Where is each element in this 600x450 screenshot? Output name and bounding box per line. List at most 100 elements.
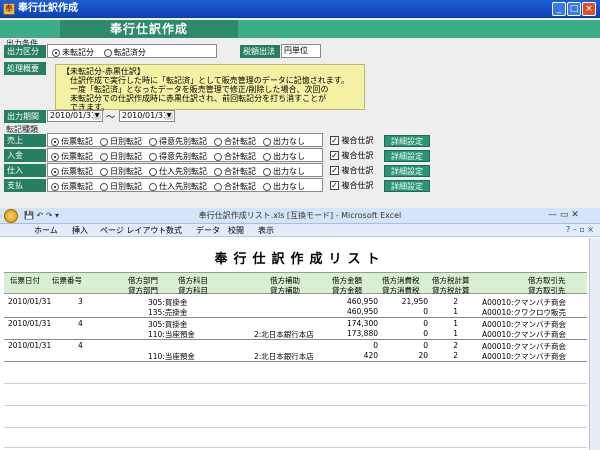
row-options-purchase: 伝票転記 日別転記 仕入先別転記 合計転記 出力なし [47,163,323,177]
cell-debit-amount[interactable]: 460,950 [347,297,378,306]
cell-debit-tax[interactable]: 0 [423,319,428,328]
output-kbn-group: 未転記分 転記済分 [47,44,217,58]
detail-button-purchase[interactable]: 詳細設定 [384,165,430,177]
cell-debit-tax[interactable]: 21,950 [402,297,428,306]
radio-purchase-slip[interactable]: 伝票転記 [51,166,93,177]
minimize-button[interactable]: _ [552,2,566,16]
help-icon[interactable]: ? – ▫ × [566,225,594,234]
summary-memo: 【未転記分-赤黒仕訳】 仕訳作成で実行した時に「転記済」として販売管理のデータに… [55,64,365,112]
radio-payment-total[interactable]: 合計転記 [214,181,256,192]
grid-line [4,405,587,406]
vertical-scrollbar[interactable] [589,238,600,450]
cell-credit-taxcalc[interactable]: 2 [453,351,458,360]
tab-page-layout[interactable]: ページ レイアウト [100,224,166,237]
radio-receipt-total[interactable]: 合計転記 [214,151,256,162]
radio-purchase-daily[interactable]: 日別転記 [100,166,142,177]
radio-receipt-slip[interactable]: 伝票転記 [51,151,93,162]
tax-method-label: 税額出法 [240,45,280,58]
compound-checkbox-sales[interactable]: ✓ 複合仕訳 [330,135,374,146]
cell-debit-taxcalc[interactable]: 1 [453,319,458,328]
tab-view[interactable]: 表示 [258,224,274,237]
cell-date[interactable]: 2010/01/31 [8,341,51,350]
cell-debit-taxcalc[interactable]: 2 [453,297,458,306]
tab-formulas[interactable]: 数式 [166,224,182,237]
radio-payment-none[interactable]: 出力なし [263,181,305,192]
header-credit-account: 貸方科目 [178,286,208,295]
header-credit-tax: 貸方消費税 [382,286,420,295]
radio-payment-supplier[interactable]: 仕入先別転記 [149,181,207,192]
row-options-sales: 伝票転記 日別転記 得意先別転記 合計転記 出力なし [47,133,323,147]
cell-credit-amount[interactable]: 173,880 [347,329,378,338]
cell-credit-tax[interactable]: 0 [423,329,428,338]
period-to-field[interactable]: 2010/01/31 ▼ [119,110,175,122]
row-separator [4,317,587,318]
cell-debit-amount[interactable]: 0 [373,341,378,350]
tab-home[interactable]: ホーム [34,224,58,237]
ribbon-tabs [0,224,600,237]
chevron-down-icon[interactable]: ▼ [93,112,101,120]
period-label: 出力期間 [4,110,46,123]
excel-title: 奉行仕訳作成リスト.xls [互換モード] - Microsoft Excel [198,211,402,220]
detail-button-sales[interactable]: 詳細設定 [384,135,430,147]
cell-debit-amount[interactable]: 174,300 [347,319,378,328]
cell-credit-tax[interactable]: 20 [418,351,428,360]
period-from-field[interactable]: 2010/01/31 ▼ [47,110,103,122]
excel-window-controls[interactable]: — ▭ ✕ [548,210,579,220]
output-kbn-label: 出力区分 [4,45,46,58]
row-label-receipt: 入金 [4,149,46,162]
header-credit-dept: 貸方部門 [128,286,158,295]
radio-sales-daily[interactable]: 日別転記 [100,136,142,147]
cell-credit-amount[interactable]: 420 [364,351,378,360]
output-kbn-radio-posted[interactable]: 転記済分 [103,47,146,58]
radio-sales-none[interactable]: 出力なし [263,136,305,147]
compound-checkbox-receipt[interactable]: ✓ 複合仕訳 [330,150,374,161]
tab-insert[interactable]: 挿入 [72,224,88,237]
cell-slip-no[interactable]: 3 [78,297,83,306]
header-credit-amount: 貸方金額 [332,286,362,295]
cell-date[interactable]: 2010/01/31 [8,319,51,328]
radio-sales-customer[interactable]: 得意先別転記 [149,136,207,147]
radio-receipt-daily[interactable]: 日別転記 [100,151,142,162]
radio-purchase-supplier[interactable]: 仕入先別転記 [149,166,207,177]
cell-debit-taxcalc[interactable]: 2 [453,341,458,350]
cell-credit-taxcalc[interactable]: 1 [453,307,458,316]
tax-method-field[interactable]: 円単位 [281,44,321,58]
cell-credit-amount[interactable]: 460,950 [347,307,378,316]
header-credit-sub: 貸方補助 [270,286,300,295]
cell-debit-tax[interactable]: 0 [423,341,428,350]
row-options-receipt: 伝票転記 日別転記 得意先別転記 合計転記 出力なし [47,148,323,162]
close-button[interactable]: × [582,2,596,16]
app-icon: 奉 [3,3,15,15]
maximize-button[interactable]: □ [567,2,581,16]
row-separator [4,361,587,362]
detail-button-receipt[interactable]: 詳細設定 [384,150,430,162]
radio-sales-slip[interactable]: 伝票転記 [51,136,93,147]
row-options-payment: 伝票転記 日別転記 仕入先別転記 合計転記 出力なし [47,178,323,192]
radio-receipt-customer[interactable]: 得意先別転記 [149,151,207,162]
tab-data[interactable]: データ [196,224,220,237]
radio-purchase-none[interactable]: 出力なし [263,166,305,177]
row-label-sales: 売上 [4,134,46,147]
radio-sales-total[interactable]: 合計転記 [214,136,256,147]
output-kbn-radio-unposted[interactable]: 未転記分 [52,47,94,58]
compound-checkbox-payment[interactable]: ✓ 複合仕訳 [330,180,374,191]
compound-checkbox-purchase[interactable]: ✓ 複合仕訳 [330,165,374,176]
header-date: 伝票日付 [10,276,40,285]
window-titlebar: 奉行仕訳作成 [0,0,600,18]
radio-purchase-total[interactable]: 合計転記 [214,166,256,177]
chevron-down-icon[interactable]: ▼ [165,112,173,120]
report-title: 奉行仕訳作成リスト [214,252,386,267]
grid-line [4,427,587,428]
cell-credit-taxcalc[interactable]: 1 [453,329,458,338]
detail-button-payment[interactable]: 詳細設定 [384,180,430,192]
cell-credit-tax[interactable]: 0 [423,307,428,316]
radio-receipt-none[interactable]: 出力なし [263,151,305,162]
radio-payment-daily[interactable]: 日別転記 [100,181,142,192]
tab-review[interactable]: 校閲 [228,224,244,237]
radio-payment-slip[interactable]: 伝票転記 [51,181,93,192]
cell-slip-no[interactable]: 4 [78,341,83,350]
window-title: 奉行仕訳作成 [18,3,78,14]
form-title: 奉行仕訳作成 [60,20,238,38]
cell-slip-no[interactable]: 4 [78,319,83,328]
cell-date[interactable]: 2010/01/31 [8,297,51,306]
